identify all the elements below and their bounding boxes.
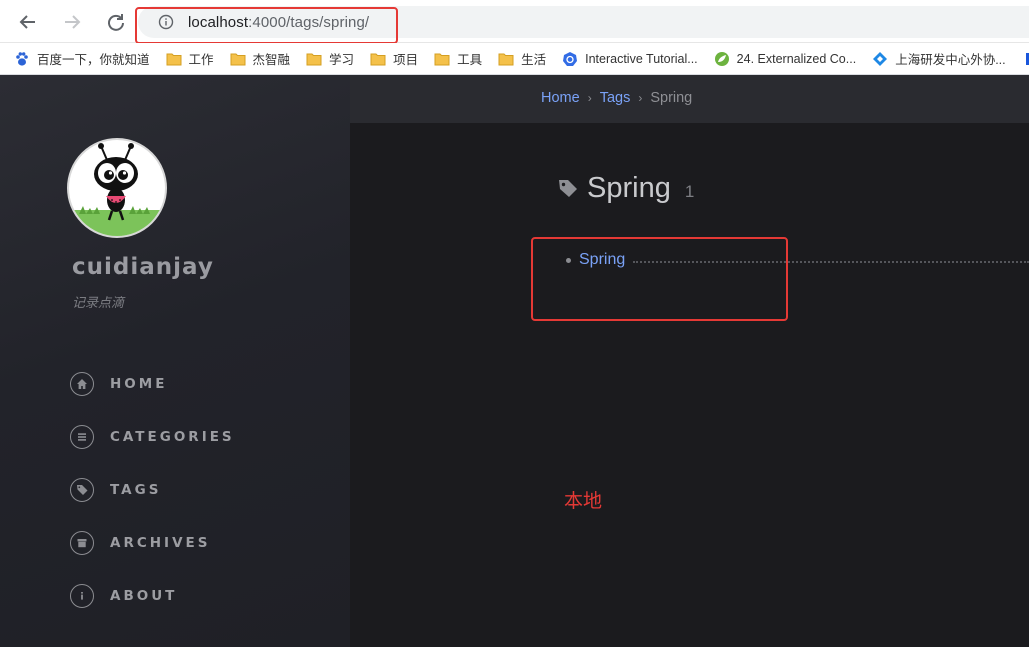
sidebar: [0, 75, 350, 647]
tag-heading: Spring 1: [557, 172, 694, 205]
url-path: :4000/tags/spring/: [248, 13, 370, 31]
url-text[interactable]: localhost:4000/tags/spring/: [188, 14, 369, 31]
folder-icon: [370, 51, 386, 67]
bookmark-label: 上海研发中心外协...: [895, 53, 1006, 67]
bookmark-folder-life[interactable]: 生活: [490, 47, 554, 71]
nav-archives[interactable]: ARCHIVES: [70, 529, 210, 557]
post-list-item: Spring: [566, 250, 1029, 270]
breadcrumb-tags[interactable]: Tags: [600, 90, 631, 106]
bookmark-folder-work[interactable]: 工作: [158, 47, 222, 71]
arrow-left-icon: [19, 15, 35, 29]
baidu-paw-icon: [14, 51, 30, 67]
bookmark-label: 工作: [188, 53, 214, 67]
nav-tags[interactable]: TAGS: [70, 476, 161, 504]
avatar[interactable]: [67, 138, 167, 238]
home-icon: [70, 372, 94, 396]
bookmark-label: 生活: [521, 53, 547, 67]
nav-label: HOME: [110, 376, 168, 392]
archive-icon: [70, 531, 94, 555]
nav-about[interactable]: ABOUT: [70, 582, 177, 610]
info-icon: [70, 584, 94, 608]
post-link[interactable]: Spring: [579, 251, 625, 269]
blue-square-icon: [1022, 51, 1029, 67]
list-bullet: [566, 257, 571, 263]
reload-button[interactable]: [100, 6, 132, 38]
bookmark-label: 工具: [457, 53, 483, 67]
bookmark-shanghai-rd[interactable]: 上海研发中心外协...: [864, 47, 1013, 71]
bookmark-baidu[interactable]: 百度一下，你就知道: [0, 47, 158, 71]
kubernetes-icon: [562, 51, 578, 67]
bookmark-externalized-config[interactable]: 24. Externalized Co...: [706, 47, 865, 71]
diamond-icon: [872, 51, 888, 67]
nav-label: TAGS: [110, 482, 162, 498]
bookmark-label: 学习: [329, 53, 355, 67]
bookmark-label: 杰智融: [252, 53, 291, 67]
nav-label: ABOUT: [110, 588, 178, 604]
nav-label: CATEGORIES: [110, 429, 235, 445]
site-title[interactable]: cuidianjay: [72, 254, 214, 280]
forward-button[interactable]: [56, 6, 88, 38]
list-icon: [70, 425, 94, 449]
nav-categories[interactable]: CATEGORIES: [70, 423, 235, 451]
bookmark-label: 项目: [393, 53, 419, 67]
folder-icon: [230, 51, 246, 67]
tag-title: Spring: [587, 172, 671, 204]
site-subtitle: 记录点滴: [72, 296, 125, 311]
url-host: localhost: [188, 13, 249, 31]
folder-icon: [166, 51, 182, 67]
reload-icon: [108, 14, 124, 31]
back-button[interactable]: [12, 6, 44, 38]
nav-home[interactable]: HOME: [70, 370, 167, 398]
annotation-label: 本地: [564, 490, 603, 512]
tag-icon: [559, 179, 577, 197]
bookmark-folder-project[interactable]: 项目: [362, 47, 426, 71]
arrow-right-icon: [65, 15, 81, 29]
tag-post-count: 1: [684, 181, 695, 201]
bookmark-label: Interactive Tutorial...: [585, 51, 698, 66]
bookmark-interactive-tutorial[interactable]: Interactive Tutorial...: [554, 47, 706, 71]
address-bar[interactable]: localhost:4000/tags/spring/: [138, 6, 1029, 38]
info-icon[interactable]: [158, 14, 174, 30]
breadcrumb-separator: ›: [587, 91, 592, 105]
bookmarks-bar: 百度一下，你就知道 工作 杰智融 学习 项目 工具 生活 Interactive…: [0, 43, 1029, 75]
folder-icon: [434, 51, 450, 67]
bookmark-label: 24. Externalized Co...: [736, 51, 857, 66]
folder-icon: [306, 51, 322, 67]
dotted-leader: [633, 261, 1029, 263]
tags-icon: [70, 478, 94, 502]
breadcrumb-separator: ›: [638, 91, 643, 105]
ant-cartoon-icon: [69, 143, 165, 236]
browser-toolbar: localhost:4000/tags/spring/: [0, 0, 1029, 44]
bookmark-folder-jiezhirong[interactable]: 杰智融: [222, 47, 299, 71]
bookmark-label: 百度一下，你就知道: [37, 53, 150, 67]
nav-label: ARCHIVES: [110, 535, 211, 551]
breadcrumb-home[interactable]: Home: [541, 90, 580, 106]
breadcrumb: Home › Tags › Spring: [541, 90, 692, 106]
folder-icon: [498, 51, 514, 67]
spring-leaf-icon: [714, 51, 730, 67]
bookmark-folder-tools[interactable]: 工具: [426, 47, 490, 71]
breadcrumb-current: Spring: [650, 90, 693, 106]
bookmark-overflow[interactable]: [1014, 47, 1029, 71]
bookmark-folder-study[interactable]: 学习: [298, 47, 362, 71]
